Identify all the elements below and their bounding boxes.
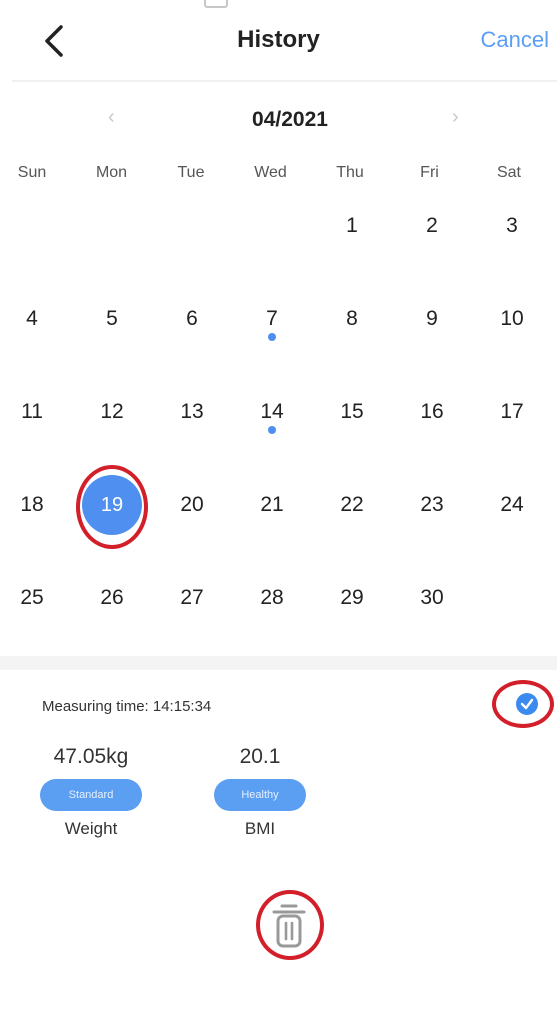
day-number: 3 <box>506 214 518 237</box>
annotation-ring-selected-day <box>76 465 148 549</box>
record-indicator-dot <box>268 333 276 341</box>
weekday-sun: Sun <box>17 164 47 181</box>
weekday-header: Sun Mon Tue Wed Thu Fri Sat <box>12 164 557 188</box>
day-number: 1 <box>346 214 358 237</box>
calendar-day-5[interactable]: 5 <box>72 289 152 349</box>
calendar-day-1[interactable]: 1 <box>312 196 392 256</box>
section-divider <box>0 656 557 670</box>
bmi-status-badge: Healthy <box>214 779 306 811</box>
page-title: History <box>237 26 320 53</box>
bmi-metric: 20.1 Healthy BMI <box>205 745 315 839</box>
calendar-day-28[interactable]: 28 <box>232 568 312 628</box>
weight-label: Weight <box>64 819 118 838</box>
day-number: 27 <box>180 586 204 609</box>
calendar-day-6[interactable]: 6 <box>152 289 232 349</box>
record-indicator-dot <box>268 426 276 434</box>
day-number: 22 <box>340 493 364 516</box>
annotation-ring-check <box>492 680 554 728</box>
calendar-day-12[interactable]: 12 <box>72 382 152 442</box>
calendar-day-4[interactable]: 4 <box>0 289 72 349</box>
weekday-fri: Fri <box>420 164 439 181</box>
day-number: 15 <box>340 400 364 423</box>
calendar-day-3[interactable]: 3 <box>472 196 552 256</box>
weight-metric: 47.05kg Standard Weight <box>36 745 146 839</box>
day-number: 25 <box>20 586 44 609</box>
day-number: 9 <box>426 307 438 330</box>
weekday-wed: Wed <box>254 164 287 181</box>
weekday-sat: Sat <box>496 164 521 181</box>
calendar-day-18[interactable]: 18 <box>0 475 72 535</box>
calendar-day-2[interactable]: 2 <box>392 196 472 256</box>
calendar-day-10[interactable]: 10 <box>472 289 552 349</box>
weight-status-badge: Standard <box>40 779 142 811</box>
day-number: 21 <box>260 493 284 516</box>
day-number: 30 <box>420 586 444 609</box>
day-number: 6 <box>186 307 198 330</box>
day-number: 29 <box>340 586 364 609</box>
day-number: 18 <box>20 493 44 516</box>
calendar-day-30[interactable]: 30 <box>392 568 472 628</box>
day-number: 8 <box>346 307 358 330</box>
day-number: 23 <box>420 493 444 516</box>
day-number: 20 <box>180 493 204 516</box>
day-number: 4 <box>26 307 38 330</box>
calendar-day-11[interactable]: 11 <box>0 382 72 442</box>
calendar-day-21[interactable]: 21 <box>232 475 312 535</box>
calendar-day-7[interactable]: 7 <box>232 289 312 349</box>
header-divider <box>12 80 557 82</box>
calendar-day-27[interactable]: 27 <box>152 568 232 628</box>
day-number: 5 <box>106 307 118 330</box>
calendar-day-29[interactable]: 29 <box>312 568 392 628</box>
history-screen: History Cancel ‹ 04/2021 › Sun Mon Tue Wed T… <box>0 0 557 1013</box>
month-navigator: ‹ 04/2021 › <box>0 100 557 140</box>
bmi-value: 20.1 <box>239 745 281 768</box>
calendar-day-13[interactable]: 13 <box>152 382 232 442</box>
day-number: 14 <box>260 400 284 423</box>
day-number: 10 <box>500 307 524 330</box>
bmi-label: BMI <box>244 819 276 838</box>
weekday-tue: Tue <box>177 164 205 181</box>
month-label: 04/2021 <box>252 108 328 131</box>
calendar-day-15[interactable]: 15 <box>312 382 392 442</box>
weekday-thu: Thu <box>336 164 364 181</box>
weight-value: 47.05kg <box>53 745 129 768</box>
day-number: 16 <box>420 400 444 423</box>
calendar-day-25[interactable]: 25 <box>0 568 72 628</box>
calendar-day-23[interactable]: 23 <box>392 475 472 535</box>
day-number: 13 <box>180 400 204 423</box>
calendar-day-14[interactable]: 14 <box>232 382 312 442</box>
day-number: 24 <box>500 493 524 516</box>
day-number: 7 <box>266 307 278 330</box>
calendar-day-8[interactable]: 8 <box>312 289 392 349</box>
calendar-day-26[interactable]: 26 <box>72 568 152 628</box>
cancel-button[interactable]: Cancel <box>481 27 549 53</box>
measuring-time: Measuring time: 14:15:34 <box>42 698 212 715</box>
day-number: 26 <box>100 586 124 609</box>
day-number: 11 <box>21 400 43 423</box>
calendar-day-17[interactable]: 17 <box>472 382 552 442</box>
calendar-day-20[interactable]: 20 <box>152 475 232 535</box>
calendar-day-22[interactable]: 22 <box>312 475 392 535</box>
day-number: 28 <box>260 586 284 609</box>
weekday-mon: Mon <box>95 164 128 181</box>
day-number: 12 <box>100 400 124 423</box>
calendar-day-9[interactable]: 9 <box>392 289 472 349</box>
day-number: 2 <box>426 214 438 237</box>
day-number: 17 <box>500 400 524 423</box>
calendar-grid: 1 2 3 4 5 6 7 8 9 10 11 12 13 14 15 16 17 18 19 20 21 22 23 24 2… <box>12 200 557 640</box>
next-month-button[interactable]: › <box>452 106 459 129</box>
annotation-ring-trash <box>256 890 324 960</box>
header: History Cancel <box>0 0 557 80</box>
calendar-day-16[interactable]: 16 <box>392 382 472 442</box>
calendar-day-24[interactable]: 24 <box>472 475 552 535</box>
